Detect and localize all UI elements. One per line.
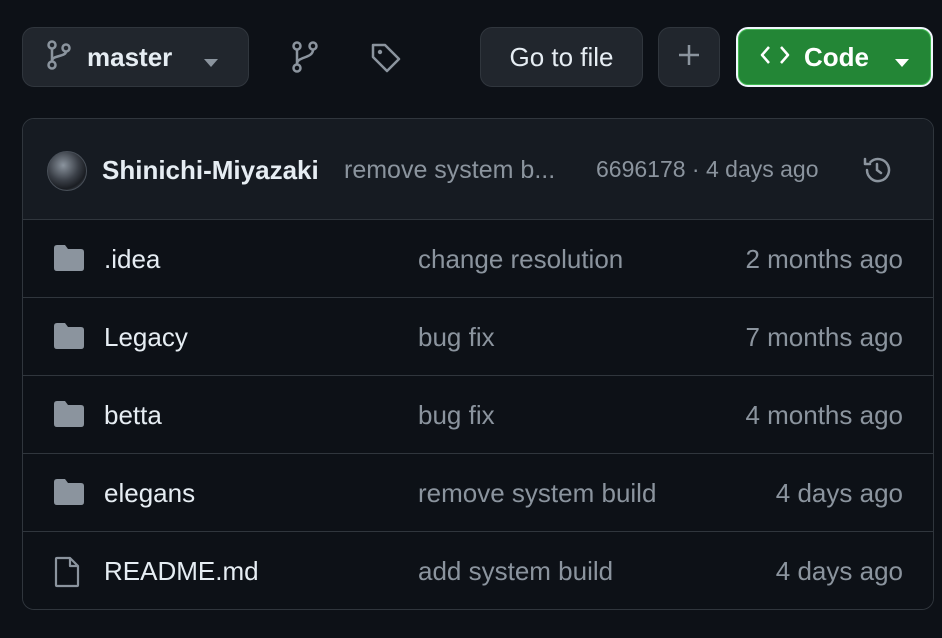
branch-selector-button[interactable]: master xyxy=(22,27,249,87)
avatar[interactable] xyxy=(47,151,87,191)
file-name-link[interactable]: .idea xyxy=(104,244,160,275)
folder-icon xyxy=(53,478,85,508)
file-list-box: Shinichi-Miyazaki remove system b... 669… xyxy=(22,118,934,610)
file-commit-date: 4 days ago xyxy=(775,478,903,508)
tag-icon[interactable] xyxy=(368,40,404,76)
folder-icon xyxy=(53,244,85,274)
repo-toolbar: master Go to file Code xyxy=(0,0,942,110)
code-label: Code xyxy=(804,41,869,72)
file-commit-date: 7 months ago xyxy=(745,322,903,352)
table-row[interactable]: README.md add system build 4 days ago xyxy=(23,532,933,609)
file-commit-date: 4 months ago xyxy=(745,400,903,430)
plus-icon xyxy=(678,44,700,71)
git-branch-icon xyxy=(47,39,71,75)
file-name-link[interactable]: elegans xyxy=(104,478,195,509)
file-commit-message[interactable]: change resolution xyxy=(418,244,623,275)
history-icon[interactable] xyxy=(861,154,893,186)
file-commit-message[interactable]: bug fix xyxy=(418,400,495,431)
table-row[interactable]: .idea change resolution 2 months ago xyxy=(23,220,933,298)
branches-link-icon[interactable] xyxy=(288,40,322,74)
latest-commit-bar: Shinichi-Miyazaki remove system b... 669… xyxy=(23,119,933,220)
file-name-link[interactable]: betta xyxy=(104,400,162,431)
table-row[interactable]: betta bug fix 4 months ago xyxy=(23,376,933,454)
code-brackets-icon xyxy=(760,44,790,71)
file-commit-message[interactable]: add system build xyxy=(418,556,613,587)
table-row[interactable]: elegans remove system build 4 days ago xyxy=(23,454,933,532)
file-commit-date: 2 months ago xyxy=(745,244,903,274)
chevron-down-icon xyxy=(204,54,218,72)
code-button[interactable]: Code xyxy=(736,27,933,87)
chevron-down-icon xyxy=(895,54,909,72)
go-to-file-label: Go to file xyxy=(509,41,614,72)
file-icon xyxy=(53,556,85,588)
folder-icon xyxy=(53,400,85,430)
branch-label: master xyxy=(87,41,173,72)
commit-meta[interactable]: 6696178 · 4 days ago xyxy=(596,156,819,183)
folder-icon xyxy=(53,322,85,352)
file-name-link[interactable]: README.md xyxy=(104,556,259,587)
file-commit-date: 4 days ago xyxy=(775,556,903,586)
add-file-button[interactable] xyxy=(658,27,720,87)
table-row[interactable]: Legacy bug fix 7 months ago xyxy=(23,298,933,376)
file-commit-message[interactable]: remove system build xyxy=(418,478,656,509)
file-name-link[interactable]: Legacy xyxy=(104,322,188,353)
commit-author[interactable]: Shinichi-Miyazaki xyxy=(102,155,319,186)
file-commit-message[interactable]: bug fix xyxy=(418,322,495,353)
commit-message[interactable]: remove system b... xyxy=(344,156,555,185)
go-to-file-button[interactable]: Go to file xyxy=(480,27,643,87)
